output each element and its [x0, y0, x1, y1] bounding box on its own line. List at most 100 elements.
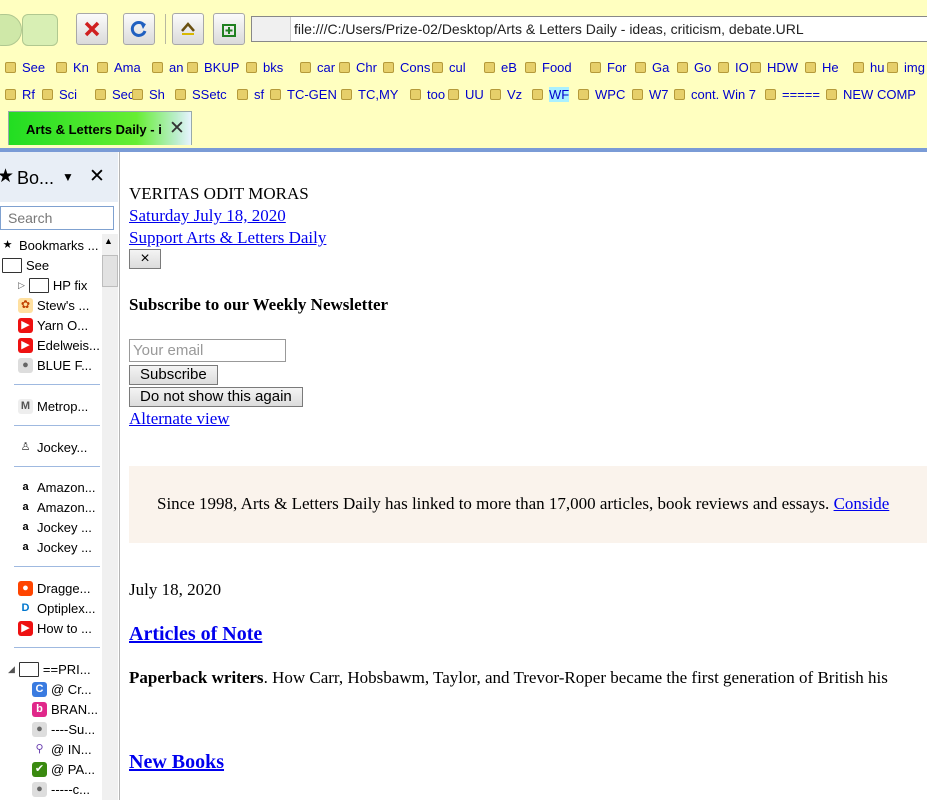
sidebar-item-5[interactable]: ▶ Edelweis...: [18, 338, 100, 353]
bookmark-row2-item-0[interactable]: Rf: [5, 87, 35, 102]
bookmark-row1-item-9[interactable]: cul: [432, 60, 466, 75]
sidebar-item-16[interactable]: ◢ ==PRI...: [8, 662, 91, 677]
date-link[interactable]: Saturday July 18, 2020: [129, 206, 286, 226]
stop-button[interactable]: [76, 13, 108, 45]
twisty-icon[interactable]: ◢: [8, 664, 15, 675]
bookmark-row2-item-13[interactable]: W7: [632, 87, 669, 102]
subscribe-button[interactable]: Subscribe: [129, 365, 218, 385]
bookmark-row1-item-2[interactable]: Ama: [97, 60, 141, 75]
sidebar-item-9[interactable]: a Amazon...: [18, 480, 96, 495]
sidebar-scrollbar-thumb[interactable]: [102, 255, 118, 287]
folder-icon: [42, 89, 53, 100]
sidebar-item-18[interactable]: b BRAN...: [32, 702, 98, 717]
bookmark-row1-item-14[interactable]: Go: [677, 60, 711, 75]
email-field[interactable]: Your email: [129, 339, 286, 362]
bookmark-row2-item-11[interactable]: WF: [532, 87, 570, 102]
bookmark-row2-item-4[interactable]: SSetc: [175, 87, 227, 102]
bookmark-row2-item-5[interactable]: sf: [237, 87, 264, 102]
sidebar-item-13[interactable]: ● Dragge...: [18, 581, 90, 596]
dismiss-button[interactable]: Do not show this again: [129, 387, 303, 407]
bookmark-row1-item-12[interactable]: For: [590, 60, 627, 75]
back-button[interactable]: [0, 14, 22, 46]
bookmark-row2-item-3[interactable]: Sh: [132, 87, 165, 102]
reload-button[interactable]: [123, 13, 155, 45]
bookmark-row2-item-2[interactable]: Sec: [95, 87, 134, 102]
sidebar-item-17[interactable]: C @ Cr...: [32, 682, 92, 697]
bookmark-row2-item-8[interactable]: too: [410, 87, 445, 102]
sidebar-item-19[interactable]: ● ----Su...: [32, 722, 95, 737]
site-identity-icon[interactable]: [252, 17, 291, 41]
sidebar-item-0[interactable]: ★ Bookmarks ...: [0, 238, 98, 253]
bookmark-row2-item-12[interactable]: WPC: [578, 87, 625, 102]
bookmark-row1-item-18[interactable]: hu: [853, 60, 884, 75]
bookmark-label: Ga: [652, 60, 670, 75]
bookmark-row1-item-8[interactable]: Cons: [383, 60, 430, 75]
chevron-down-icon[interactable]: ▼: [62, 170, 74, 184]
sidebar-item-2[interactable]: ▷ HP fix: [18, 278, 87, 293]
bookmark-row2-item-9[interactable]: UU: [448, 87, 484, 102]
sidebar-item-label: @ Cr...: [51, 682, 92, 697]
sidebar-close-icon[interactable]: ✕: [89, 165, 105, 188]
sidebar-item-7[interactable]: M Metrop...: [18, 399, 88, 414]
popup-close-button[interactable]: ×: [129, 249, 161, 269]
sidebar-item-1[interactable]: See: [2, 258, 49, 273]
bookmark-row1-item-6[interactable]: car: [300, 60, 335, 75]
bookmark-row2-item-15[interactable]: =====: [765, 87, 820, 102]
sidebar-item-14[interactable]: D Optiplex...: [18, 601, 96, 616]
sidebar-item-20[interactable]: ⚲ @ IN...: [32, 742, 92, 757]
sidebar-item-6[interactable]: ● BLUE F...: [18, 358, 92, 373]
bookmark-row1-item-10[interactable]: eB: [484, 60, 517, 75]
new-tab-button[interactable]: [213, 13, 245, 45]
bookmark-row1-item-13[interactable]: Ga: [635, 60, 669, 75]
banner-link[interactable]: Conside: [834, 494, 890, 513]
sidebar-search-input[interactable]: Search: [0, 206, 114, 230]
bookmark-row2-item-1[interactable]: Sci: [42, 87, 77, 102]
sidebar-item-10[interactable]: a Amazon...: [18, 500, 96, 515]
bookmark-row2-item-7[interactable]: TC,MY: [341, 87, 398, 102]
sidebar-title[interactable]: Bo...: [17, 168, 54, 189]
new-books-heading[interactable]: New Books: [129, 751, 224, 774]
bookmark-label: W7: [649, 87, 669, 102]
sidebar-item-3[interactable]: ✿ Stew's ...: [18, 298, 89, 313]
bookmark-row2-item-14[interactable]: cont. Win 7: [674, 87, 756, 102]
bookmark-label: cont. Win 7: [691, 87, 757, 102]
bookmark-row1-item-19[interactable]: img: [887, 60, 925, 75]
article-title[interactable]: Paperback writers: [129, 668, 264, 687]
scroll-up-icon[interactable]: ▲: [104, 236, 113, 246]
alternate-view-link[interactable]: Alternate view: [129, 409, 230, 429]
folder-icon: [826, 89, 837, 100]
sidebar-item-21[interactable]: ✔ @ PA...: [32, 762, 95, 777]
sidebar-item-4[interactable]: ▶ Yarn O...: [18, 318, 88, 333]
sidebar-item-8[interactable]: ♙ Jockey...: [18, 440, 87, 455]
bookmark-row2-item-16[interactable]: NEW COMP: [826, 87, 916, 102]
address-bar[interactable]: file:///C:/Users/Prize-02/Desktop/Arts &…: [251, 16, 927, 42]
bookmark-row1-item-0[interactable]: See: [5, 60, 45, 75]
bookmark-row1-item-5[interactable]: bks: [246, 60, 283, 75]
bookmark-row1-item-16[interactable]: HDW: [750, 60, 798, 75]
tab-active[interactable]: Arts & Letters Daily - i ✕: [8, 111, 192, 145]
bookmark-row2-item-10[interactable]: Vz: [490, 87, 522, 102]
bookmark-row1-item-11[interactable]: Food: [525, 60, 572, 75]
sidebar-item-label: ----Su...: [51, 722, 96, 737]
support-link[interactable]: Support Arts & Letters Daily: [129, 228, 326, 248]
sidebar-item-15[interactable]: ▶ How to ...: [18, 621, 92, 636]
bookmark-row1-item-15[interactable]: IO: [718, 60, 749, 75]
articles-of-note-heading[interactable]: Articles of Note: [129, 623, 262, 646]
forward-button[interactable]: [22, 14, 58, 46]
bookmark-row1-item-17[interactable]: He: [805, 60, 839, 75]
home-button[interactable]: [172, 13, 204, 45]
sidebar-scrollbar[interactable]: [102, 234, 118, 800]
amazon-icon: a: [18, 500, 33, 515]
sidebar-item-22[interactable]: ● -----c...: [32, 782, 90, 797]
reddit-icon: ●: [18, 581, 33, 596]
twisty-icon[interactable]: ▷: [18, 280, 25, 291]
sidebar-item-11[interactable]: a Jockey ...: [18, 520, 92, 535]
bookmark-row1-item-1[interactable]: Kn: [56, 60, 89, 75]
tab-close-icon[interactable]: ✕: [169, 117, 185, 140]
bookmark-row2-item-6[interactable]: TC-GEN: [270, 87, 337, 102]
bookmark-row1-item-4[interactable]: BKUP: [187, 60, 239, 75]
folder-icon: [56, 62, 67, 73]
bookmark-row1-item-3[interactable]: an: [152, 60, 183, 75]
bookmark-row1-item-7[interactable]: Chr: [339, 60, 377, 75]
sidebar-item-12[interactable]: a Jockey ...: [18, 540, 92, 555]
